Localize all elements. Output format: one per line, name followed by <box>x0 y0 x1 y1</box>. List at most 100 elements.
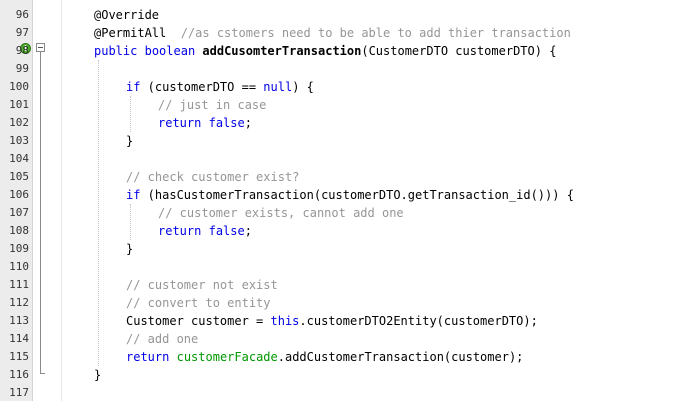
code-token-kw: public <box>94 44 138 58</box>
code-token-ann: @PermitAll <box>94 26 167 40</box>
code-text[interactable]: } <box>126 240 133 258</box>
line-number: 112 <box>9 296 29 309</box>
code-text[interactable]: } <box>126 132 133 150</box>
code-text[interactable]: // customer not exist <box>126 276 278 294</box>
code-line[interactable]: 106 if (hasCustomerTransaction(customerDT… <box>0 186 678 204</box>
code-token-kw: false <box>208 116 245 130</box>
code-token-kw: null <box>263 80 293 94</box>
line-number: 110 <box>9 260 29 273</box>
code-token-field: customerFacade <box>176 350 278 364</box>
code-line[interactable]: 113 Customer customer = this.customerDTO2… <box>0 312 678 330</box>
code-token-plain: .addCustomerTransaction(customer); <box>277 350 524 364</box>
code-token-com: // check customer exist? <box>126 170 300 184</box>
code-token-com: // add one <box>126 332 199 346</box>
line-number: 106 <box>9 188 29 201</box>
code-line[interactable]: 97 @PermitAll //as cstomers need to be ab… <box>0 24 678 42</box>
code-text[interactable]: if (hasCustomerTransaction(customerDTO.g… <box>126 186 574 204</box>
code-line[interactable]: 114 // add one <box>0 330 678 348</box>
code-text[interactable]: } <box>94 366 101 384</box>
line-number: 103 <box>9 134 29 147</box>
code-token-ann: @Override <box>94 8 160 22</box>
code-line[interactable]: 100 if (customerDTO == null) { <box>0 78 678 96</box>
code-token-kw: if <box>126 80 141 94</box>
code-text[interactable]: // just in case <box>158 96 266 114</box>
code-line[interactable]: 102 return false; <box>0 114 678 132</box>
line-number: 111 <box>9 278 29 291</box>
code-token-com: // customer not exist <box>126 278 278 292</box>
code-line[interactable]: 117 <box>0 384 678 401</box>
code-token-kw: boolean <box>144 44 196 58</box>
code-line[interactable]: 101 // just in case <box>0 96 678 114</box>
code-text[interactable]: // convert to entity <box>126 294 271 312</box>
code-text[interactable]: Customer customer = this.customerDTO2Ent… <box>126 312 538 330</box>
line-number: 108 <box>9 224 29 237</box>
code-token-plain: } <box>126 134 134 148</box>
code-token-kw: false <box>208 224 245 238</box>
code-text[interactable]: return false; <box>158 114 252 132</box>
code-token-plain: } <box>126 242 134 256</box>
line-number: 98 <box>15 44 29 57</box>
line-number: 99 <box>15 62 29 75</box>
code-token-plain: (CustomerDTO customerDTO) { <box>361 44 557 58</box>
code-text[interactable]: public boolean addCusomterTransaction(Cu… <box>94 42 556 60</box>
line-number: 97 <box>15 26 29 39</box>
code-line[interactable]: 110 <box>0 258 678 276</box>
code-token-kw: return <box>158 224 202 238</box>
line-number: 104 <box>9 152 29 165</box>
code-line[interactable]: 108 return false; <box>0 222 678 240</box>
code-token-plain: (customerDTO == <box>140 80 264 94</box>
code-line[interactable]: 104 <box>0 150 678 168</box>
code-text[interactable]: // add one <box>126 330 198 348</box>
line-number: 107 <box>9 206 29 219</box>
code-text[interactable]: return false; <box>158 222 252 240</box>
code-token-plain: } <box>94 368 102 382</box>
line-number: 113 <box>9 314 29 327</box>
code-line[interactable]: 111 // customer not exist <box>0 276 678 294</box>
code-text[interactable]: if (customerDTO == null) { <box>126 78 314 96</box>
code-text[interactable]: @Override <box>94 6 159 24</box>
code-token-plain: Customer customer = <box>126 314 271 328</box>
code-token-com: //as cstomers need to be able to add thi… <box>180 26 571 40</box>
line-number: 115 <box>9 350 29 363</box>
line-number: 100 <box>9 80 29 93</box>
code-text[interactable]: return customerFacade.addCustomerTransac… <box>126 348 523 366</box>
line-number: 105 <box>9 170 29 183</box>
code-token-plain: ) { <box>292 80 314 94</box>
code-token-this: this <box>270 314 300 328</box>
code-text[interactable]: @PermitAll //as cstomers need to be able… <box>94 24 571 42</box>
line-number: 96 <box>15 8 29 21</box>
code-line[interactable]: 105 // check customer exist? <box>0 168 678 186</box>
line-number: 109 <box>9 242 29 255</box>
code-token-plain: ; <box>244 224 252 238</box>
code-line[interactable]: 107 // customer exists, cannot add one <box>0 204 678 222</box>
code-line[interactable]: 115 return customerFacade.addCustomerTran… <box>0 348 678 366</box>
code-text[interactable]: // check customer exist? <box>126 168 299 186</box>
code-token-fn: addCusomterTransaction <box>202 44 362 58</box>
code-editor[interactable]: i 96 @Override 97 @PermitAll //as cstomers … <box>0 0 678 401</box>
line-number: 101 <box>9 98 29 111</box>
code-token-com: // convert to entity <box>126 296 271 310</box>
code-line[interactable]: 96 @Override <box>0 6 678 24</box>
code-line[interactable]: 112 // convert to entity <box>0 294 678 312</box>
code-line[interactable]: 103} <box>0 132 678 150</box>
code-line[interactable]: 98 public boolean addCusomterTransaction(… <box>0 42 678 60</box>
code-token-kw: return <box>158 116 202 130</box>
line-number: 117 <box>9 386 29 399</box>
code-token-plain: ; <box>244 116 252 130</box>
code-token-kw: return <box>126 350 170 364</box>
line-number: 116 <box>9 368 29 381</box>
code-token-com: // customer exists, cannot add one <box>158 206 404 220</box>
code-token-plain: .customerDTO2Entity(customerDTO); <box>299 314 538 328</box>
code-line[interactable]: 99 <box>0 60 678 78</box>
code-line[interactable]: 109} <box>0 240 678 258</box>
line-number: 114 <box>9 332 29 345</box>
code-text[interactable]: // customer exists, cannot add one <box>158 204 404 222</box>
code-line[interactable]: 116} <box>0 366 678 384</box>
line-number: 102 <box>9 116 29 129</box>
code-token-com: // just in case <box>158 98 267 112</box>
code-token-kw: if <box>126 188 141 202</box>
